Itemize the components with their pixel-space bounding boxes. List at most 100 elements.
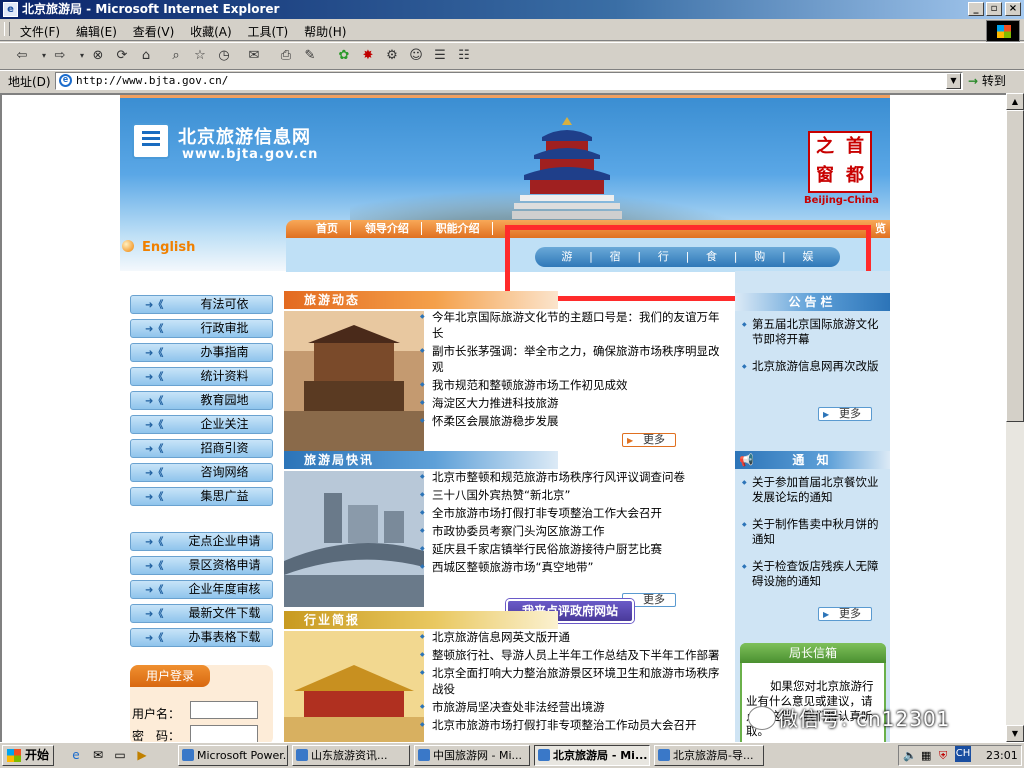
stop-icon[interactable]: ⊗ [88, 47, 108, 65]
bulletin-item[interactable]: 西城区整顿旅游市场“真空地带” [418, 559, 723, 575]
nav-home[interactable]: 首页 [286, 222, 351, 235]
side-item-legal[interactable]: ➜《 有法可依 [130, 295, 273, 314]
bulletin-item[interactable]: 三十八国外宾热赞“新北京” [418, 487, 723, 503]
history-icon[interactable]: ◷ [214, 47, 234, 65]
plugin-green-icon[interactable]: ✿ [334, 47, 354, 65]
task-china-travel[interactable]: 中国旅游网 - Mi... [414, 745, 530, 766]
search-icon[interactable]: ⌕ [166, 47, 186, 65]
address-input[interactable]: e http://www.bjta.gov.cn/ [55, 72, 963, 90]
restore-button[interactable]: ▫ [986, 2, 1002, 16]
scroll-down-icon[interactable]: ▼ [1006, 725, 1024, 742]
industry-item[interactable]: 市旅游局坚决查处非法经营出境游 [418, 699, 723, 715]
side-item-enterprise[interactable]: ➜《 企业关注 [130, 415, 273, 434]
quicklaunch-desktop-icon[interactable]: ▭ [112, 747, 128, 763]
notes-icon[interactable]: ☰ [430, 47, 450, 65]
side-item-forms[interactable]: ➜《 办事表格下载 [130, 628, 273, 647]
quicklaunch-ie-icon[interactable]: e [68, 747, 84, 763]
favorites-icon[interactable]: ☆ [190, 47, 210, 65]
volume-icon[interactable]: 🔈 [903, 746, 917, 765]
menu-help[interactable]: 帮助(H) [298, 19, 352, 40]
announce-more-button[interactable]: 更多 [818, 407, 872, 421]
side-item-investment[interactable]: ➜《 招商引资 [130, 439, 273, 458]
tools-icon[interactable]: ⚙ [382, 47, 402, 65]
ime-indicator[interactable]: CH [955, 746, 971, 762]
minimize-button[interactable]: _ [968, 2, 984, 16]
start-button[interactable]: 开始 [2, 745, 54, 766]
go-button[interactable]: → 转到 [968, 72, 1020, 90]
task-beijing-active[interactable]: 北京旅游局 - Mi... [534, 745, 650, 766]
news-item[interactable]: 我市规范和整顿旅游市场工作初见成效 [418, 377, 723, 393]
capital-window-seal[interactable]: 之 首 窗 都 [808, 131, 872, 193]
side-item-scenic[interactable]: ➜《 景区资格申请 [130, 556, 273, 575]
side-item-annual[interactable]: ➜《 企业年度审核 [130, 580, 273, 599]
side-item-statistics[interactable]: ➜《 统计资料 [130, 367, 273, 386]
industry-item[interactable]: 整顿旅行社、导游人员上半年工作总结及下半年工作部署 [418, 647, 723, 663]
bulletin-item[interactable]: 市政协委员考察门头沟区旅游工作 [418, 523, 723, 539]
announce-item[interactable]: 第五届北京国际旅游文化节即将开幕 [742, 317, 882, 347]
news-item[interactable]: 今年北京国际旅游文化节的主题口号是：我们的友谊万年长 [418, 309, 723, 341]
nav-functions[interactable]: 职能介绍 [425, 222, 493, 235]
news-item[interactable]: 怀柔区会展旅游稳步发展 [418, 413, 723, 429]
antivirus-icon[interactable]: ⛨ [939, 746, 947, 765]
nav-leaders[interactable]: 领导介绍 [354, 222, 422, 235]
menu-view[interactable]: 查看(V) [127, 19, 181, 40]
industry-item[interactable]: 北京市旅游市场打假打非专项整治工作动员大会召开 [418, 717, 723, 733]
quicklaunch-media-icon[interactable]: ▶ [134, 747, 150, 763]
edit-icon[interactable]: ✎ [300, 47, 320, 65]
username-input[interactable] [190, 701, 258, 719]
messenger-icon[interactable]: ☺ [406, 47, 426, 65]
notice-item[interactable]: 关于制作售卖中秋月饼的通知 [742, 517, 882, 547]
plugin-red-icon[interactable]: ✸ [358, 47, 378, 65]
news-item[interactable]: 海淀区大力推进科技旅游 [418, 395, 723, 411]
bulletin-item[interactable]: 延庆县千家店镇举行民俗旅游接待户厨艺比赛 [418, 541, 723, 557]
side-item-consult[interactable]: ➜《 咨询网络 [130, 463, 273, 482]
mail-icon[interactable]: ✉ [244, 47, 264, 65]
side-item-approval[interactable]: ➜《 行政审批 [130, 319, 273, 338]
menu-file[interactable]: 文件(F) [14, 19, 66, 40]
side-item-suggestions[interactable]: ➜《 集思广益 [130, 487, 273, 506]
forward-icon[interactable]: ⇨ [50, 47, 70, 65]
scroll-up-icon[interactable]: ▲ [1006, 93, 1024, 110]
title-bar[interactable]: e 北京旅游局 - Microsoft Internet Explorer _ … [0, 0, 1024, 19]
notice-more-button[interactable]: 更多 [818, 607, 872, 621]
task-beijing-guide[interactable]: 北京旅游局-导... [654, 745, 764, 766]
notice-item[interactable]: 关于检查饭店残疾人无障碍设施的通知 [742, 559, 882, 589]
announce-item[interactable]: 北京旅游信息网再次改版 [742, 359, 882, 374]
print-icon[interactable]: ⎙ [276, 47, 296, 65]
task-powerpoint[interactable]: Microsoft Power... [178, 745, 288, 766]
notice-item[interactable]: 关于参加首届北京餐饮业发展论坛的通知 [742, 475, 882, 505]
vertical-scrollbar[interactable]: ▲ ▼ [1006, 93, 1024, 742]
back-icon[interactable]: ⇦ [12, 47, 32, 65]
quicklaunch-outlook-icon[interactable]: ✉ [90, 747, 106, 763]
menu-edit[interactable]: 编辑(E) [70, 19, 123, 40]
site-logo-icon[interactable] [132, 123, 170, 159]
side-item-education[interactable]: ➜《 教育园地 [130, 391, 273, 410]
english-link[interactable]: English [121, 240, 195, 255]
bulletin-item[interactable]: 北京市整顿和规范旅游市场秩序行风评议调查问卷 [418, 469, 723, 485]
ie-window-icon[interactable]: e [3, 2, 18, 17]
nav-overview[interactable]: 览 [875, 220, 886, 238]
industry-item[interactable]: 北京旅游信息网英文版开通 [418, 629, 723, 645]
discuss-icon[interactable]: ☷ [454, 47, 474, 65]
news-item[interactable]: 副市长张茅强调：举全市之力，确保旅游市场秩序明显改观 [418, 343, 723, 375]
refresh-icon[interactable]: ⟳ [112, 47, 132, 65]
address-url[interactable]: http://www.bjta.gov.cn/ [76, 74, 228, 87]
scroll-thumb[interactable] [1006, 110, 1024, 422]
task-shandong[interactable]: 山东旅游资讯... [292, 745, 410, 766]
menu-favorites[interactable]: 收藏(A) [184, 19, 238, 40]
side-item-designated[interactable]: ➜《 定点企业申请 [130, 532, 273, 551]
news-more-button[interactable]: 更多 [622, 433, 676, 447]
section-title-bulletin: 旅游局快讯 [284, 451, 558, 469]
close-button[interactable]: × [1005, 2, 1021, 16]
side-item-files[interactable]: ➜《 最新文件下载 [130, 604, 273, 623]
bulletin-item[interactable]: 全市旅游市场打假打非专项整治工作大会召开 [418, 505, 723, 521]
side-item-guide[interactable]: ➜《 办事指南 [130, 343, 273, 362]
home-icon[interactable]: ⌂ [136, 47, 156, 65]
industry-item[interactable]: 北京全面打响大力整治旅游景区环境卫生和旅游市场秩序战役 [418, 665, 723, 697]
network-icon[interactable]: ▦ [921, 746, 931, 765]
browser-viewport[interactable]: 北京旅游信息网 www.bjta.gov.cn 之 首 窗 都 Beijing-… [0, 93, 1006, 742]
address-dropdown-icon[interactable]: ▼ [946, 73, 961, 89]
menu-tools[interactable]: 工具(T) [242, 19, 295, 40]
notice-title: 📢 通 知 [735, 451, 890, 469]
password-input[interactable] [190, 725, 258, 742]
